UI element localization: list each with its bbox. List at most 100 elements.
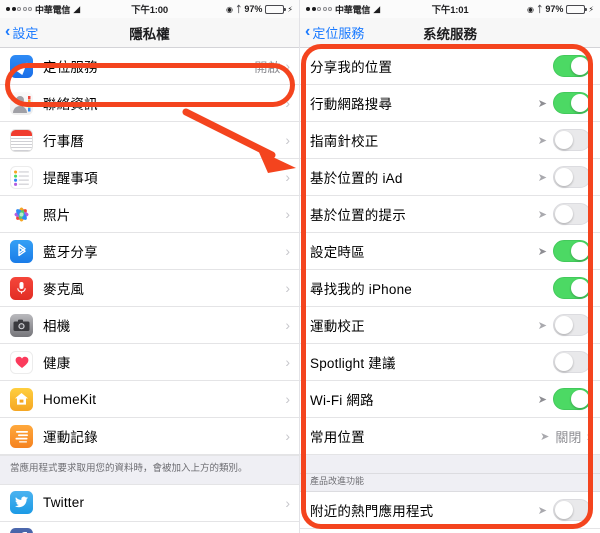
status-clock: 下午1:01 bbox=[431, 5, 469, 16]
contacts-icon bbox=[10, 91, 33, 115]
back-button[interactable]: ‹ 設定 bbox=[0, 23, 38, 42]
chevron-right-icon: › bbox=[285, 317, 290, 333]
bluetooth-sharing-icon bbox=[10, 239, 33, 263]
row-label: 行動網路搜尋 bbox=[310, 97, 393, 112]
row-label: 照片 bbox=[43, 208, 71, 223]
right-phone-screen: 中華電信 ◢ 下午1:01 ◉ ᛏ 97% ⚡ ‹ 定位服務 系统服務 分享我的… bbox=[300, 0, 600, 533]
list-item-motion-calibration[interactable]: 運動校正 ➤ bbox=[300, 307, 600, 344]
list-item-wifi-networking[interactable]: Wi-Fi 網路 ➤ bbox=[300, 381, 600, 418]
list-item-health[interactable]: 健康 › bbox=[0, 344, 299, 381]
charging-bolt-icon: ⚡ bbox=[287, 4, 294, 14]
right-status-bar: 中華電信 ◢ 下午1:01 ◉ ᛏ 97% ⚡ bbox=[300, 0, 600, 18]
list-item-twitter[interactable]: Twitter › bbox=[0, 484, 299, 522]
motion-fitness-icon bbox=[10, 424, 33, 448]
list-item-bluetooth-sharing[interactable]: 藍牙分享 › bbox=[0, 233, 299, 270]
row-label: HomeKit bbox=[43, 391, 97, 407]
list-item-spotlight-suggestions[interactable]: Spotlight 建議 bbox=[300, 344, 600, 381]
toggle-switch[interactable] bbox=[553, 351, 591, 373]
list-item-share-my-location[interactable]: 分享我的位置 bbox=[300, 48, 600, 85]
status-center: 下午1:00 bbox=[131, 2, 168, 16]
list-item-popular-near-me[interactable]: 附近的熱門應用程式 ➤ bbox=[300, 492, 600, 529]
battery-percent: 97% bbox=[244, 4, 263, 14]
chevron-right-icon: › bbox=[285, 354, 290, 370]
list-item-setting-time-zone[interactable]: 設定時區 ➤ bbox=[300, 233, 600, 270]
list-item-diagnostics-usage[interactable]: 診斷與用量 bbox=[300, 529, 600, 533]
chevron-right-icon: › bbox=[285, 132, 290, 148]
back-button[interactable]: ‹ 定位服務 bbox=[300, 23, 364, 42]
toggle-switch[interactable] bbox=[553, 240, 591, 262]
toggle-switch[interactable] bbox=[553, 203, 591, 225]
location-arrow-icon: ➤ bbox=[537, 208, 547, 221]
section-header-product-improvement: 產品改進功能 bbox=[300, 474, 600, 492]
list-item-location-based-alerts[interactable]: 基於位置的提示 ➤ bbox=[300, 196, 600, 233]
list-item-microphone[interactable]: 麥克風 › bbox=[0, 270, 299, 307]
toggle-switch[interactable] bbox=[553, 166, 591, 188]
row-label: 附近的熱門應用程式 bbox=[310, 504, 434, 519]
reminders-icon bbox=[10, 165, 33, 189]
list-item-cellular-search[interactable]: 行動網路搜尋 ➤ bbox=[300, 85, 600, 122]
bluetooth-icon: ᛏ bbox=[235, 4, 242, 14]
chevron-right-icon: › bbox=[285, 58, 290, 74]
row-value: 開啟 bbox=[254, 59, 281, 75]
status-left: 中華電信 ◢ bbox=[6, 3, 131, 16]
list-item-calendar[interactable]: 行事曆 › bbox=[0, 122, 299, 159]
list-item-motion-fitness[interactable]: 運動記錄 › bbox=[0, 418, 299, 455]
list-item-location-based-iad[interactable]: 基於位置的 iAd ➤ bbox=[300, 159, 600, 196]
status-right: ◉ ᛏ 97% ⚡ bbox=[468, 4, 594, 14]
photos-icon bbox=[10, 202, 33, 226]
twitter-icon bbox=[10, 491, 33, 515]
row-label: 運動記錄 bbox=[43, 430, 98, 445]
list-item-compass-calibration[interactable]: 指南針校正 ➤ bbox=[300, 122, 600, 159]
toggle-switch[interactable] bbox=[553, 129, 591, 151]
rotation-lock-icon: ◉ bbox=[526, 4, 534, 14]
location-arrow-icon: ➤ bbox=[537, 504, 547, 517]
row-label: 基於位置的 iAd bbox=[310, 171, 403, 186]
homekit-icon bbox=[10, 387, 33, 411]
page-title: 隱私權 bbox=[129, 26, 170, 42]
list-item-facebook[interactable]: Facebook › bbox=[0, 521, 299, 533]
list-item-reminders[interactable]: 提醒事項 › bbox=[0, 159, 299, 196]
toggle-switch[interactable] bbox=[553, 314, 591, 336]
row-label: 分享我的位置 bbox=[310, 60, 393, 75]
list-item-location-services[interactable]: 定位服務 開啟 › bbox=[0, 48, 299, 85]
system-services-list: 分享我的位置 行動網路搜尋 ➤ 指南針校正 ➤ 基於位置的 iAd ➤ 基於位置… bbox=[300, 48, 600, 533]
row-label: 指南針校正 bbox=[310, 134, 379, 149]
bluetooth-icon: ᛏ bbox=[536, 4, 543, 14]
location-arrow-icon: ➤ bbox=[537, 134, 547, 147]
location-services-icon bbox=[10, 54, 33, 78]
chevron-right-icon: › bbox=[586, 428, 591, 444]
location-arrow-icon: ➤ bbox=[537, 97, 547, 110]
back-label: 設定 bbox=[12, 26, 39, 41]
toggle-switch[interactable] bbox=[553, 499, 591, 521]
toggle-switch[interactable] bbox=[553, 277, 591, 299]
list-item-find-my-iphone[interactable]: 尋找我的 iPhone bbox=[300, 270, 600, 307]
row-label: 藍牙分享 bbox=[43, 245, 98, 260]
battery-percent: 97% bbox=[545, 4, 564, 14]
left-nav-bar: ‹ 設定 隱私權 bbox=[0, 18, 299, 48]
toggle-switch[interactable] bbox=[553, 92, 591, 114]
list-item-frequent-locations[interactable]: 常用位置 ➤ 關閉 › bbox=[300, 418, 600, 455]
location-arrow-icon: ➤ bbox=[537, 171, 547, 184]
row-label: 基於位置的提示 bbox=[310, 208, 406, 223]
chevron-right-icon: › bbox=[285, 391, 290, 407]
status-right: ◉ ᛏ 97% ⚡ bbox=[168, 4, 293, 14]
wifi-icon: ◢ bbox=[373, 3, 381, 14]
toggle-switch[interactable] bbox=[553, 388, 591, 410]
list-item-photos[interactable]: 照片 › bbox=[0, 196, 299, 233]
row-label: Wi-Fi 網路 bbox=[310, 393, 374, 408]
chevron-right-icon: › bbox=[285, 95, 290, 111]
signal-strength-dots bbox=[6, 7, 32, 11]
row-label: Spotlight 建議 bbox=[310, 356, 396, 371]
chevron-right-icon: › bbox=[285, 428, 290, 444]
chevron-right-icon: › bbox=[285, 280, 290, 296]
chevron-left-icon: ‹ bbox=[305, 23, 311, 40]
toggle-switch[interactable] bbox=[553, 55, 591, 77]
list-item-contacts[interactable]: 聯絡資訊 › bbox=[0, 85, 299, 122]
list-item-homekit[interactable]: HomeKit › bbox=[0, 381, 299, 418]
row-label: 健康 bbox=[43, 356, 71, 371]
row-value: 關閉 bbox=[555, 429, 582, 445]
microphone-icon bbox=[10, 276, 33, 300]
list-item-camera[interactable]: 相機 › bbox=[0, 307, 299, 344]
signal-strength-dots bbox=[306, 7, 332, 11]
row-label: 麥克風 bbox=[43, 282, 85, 297]
